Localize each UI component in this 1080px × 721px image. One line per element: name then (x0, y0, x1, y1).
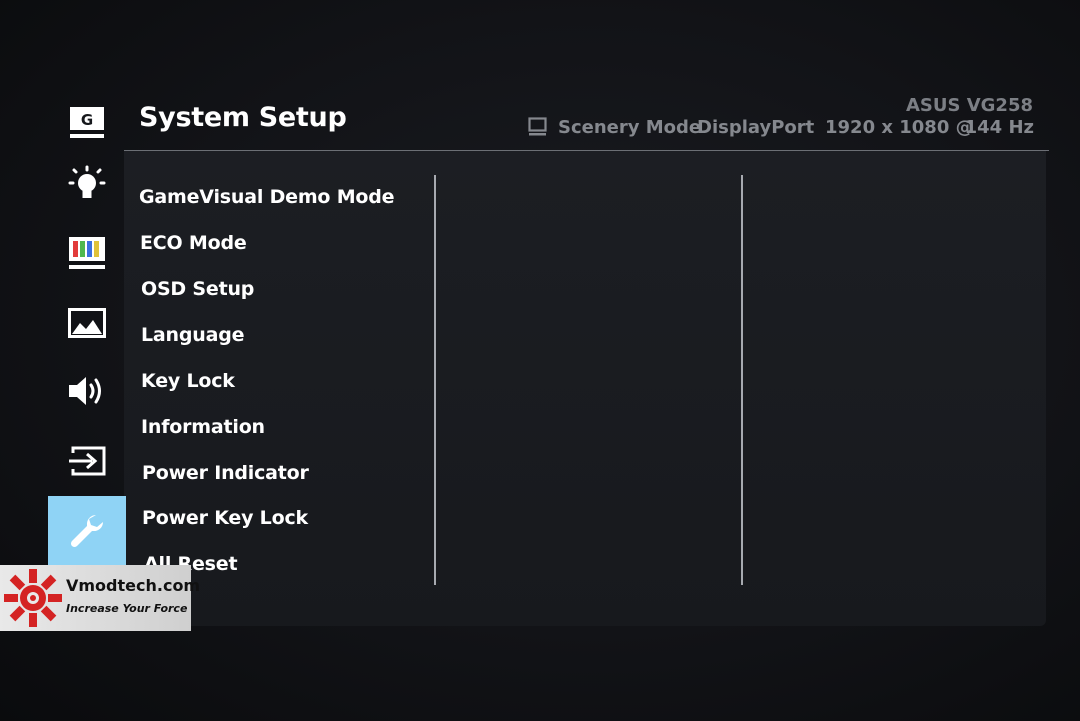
wrench-icon (67, 511, 107, 551)
monitor-model: ASUS VG258 (905, 95, 1033, 116)
menu-item-eco-mode[interactable]: ECO Mode (140, 232, 247, 254)
color-bars-icon (68, 236, 106, 270)
sidebar-item-image[interactable] (48, 290, 126, 356)
watermark-tagline: Increase Your Force (66, 602, 188, 615)
status-bar: Scenery Mode DisplayPort 1920 x 1080 @ 1… (528, 117, 1034, 143)
image-icon (68, 308, 106, 338)
g-icon: G (69, 107, 105, 139)
menu-item-gamevisual-demo-mode[interactable]: GameVisual Demo Mode (139, 186, 395, 208)
menu-item-key-lock[interactable]: Key Lock (141, 370, 235, 392)
refresh-rate-label: 144 Hz (964, 117, 1034, 138)
watermark-name: Vmodtech.com (66, 576, 201, 595)
speaker-icon (67, 374, 107, 408)
sidebar-item-input-select[interactable] (48, 428, 126, 494)
watermark-logo-icon (2, 567, 64, 629)
sidebar-item-color[interactable] (48, 220, 126, 286)
menu-item-language[interactable]: Language (141, 324, 244, 346)
column-divider-1 (434, 175, 436, 585)
header-divider (124, 150, 1049, 151)
osd-panel (124, 150, 1046, 626)
sidebar-item-sound[interactable] (48, 358, 126, 424)
column-divider-2 (741, 175, 743, 585)
input-icon (67, 445, 107, 477)
bulb-icon (67, 165, 107, 205)
menu-item-power-key-lock[interactable]: Power Key Lock (142, 507, 308, 529)
resolution-label: 1920 x 1080 @ (825, 117, 974, 138)
menu-item-information[interactable]: Information (141, 416, 265, 438)
svg-text:G: G (81, 111, 93, 129)
page-title: System Setup (139, 102, 347, 133)
sidebar-item-system-setup[interactable] (48, 496, 126, 566)
sidebar-item-blue-light-filter[interactable] (48, 152, 126, 218)
menu-item-power-indicator[interactable]: Power Indicator (142, 462, 309, 484)
menu-item-osd-setup[interactable]: OSD Setup (141, 278, 254, 300)
monitor-icon (528, 117, 548, 137)
watermark: Vmodtech.com Increase Your Force (0, 565, 200, 631)
sidebar-item-gamevisual[interactable]: G (48, 90, 126, 156)
scenery-mode-label: Scenery Mode (558, 117, 702, 138)
input-port-label: DisplayPort (697, 117, 815, 138)
